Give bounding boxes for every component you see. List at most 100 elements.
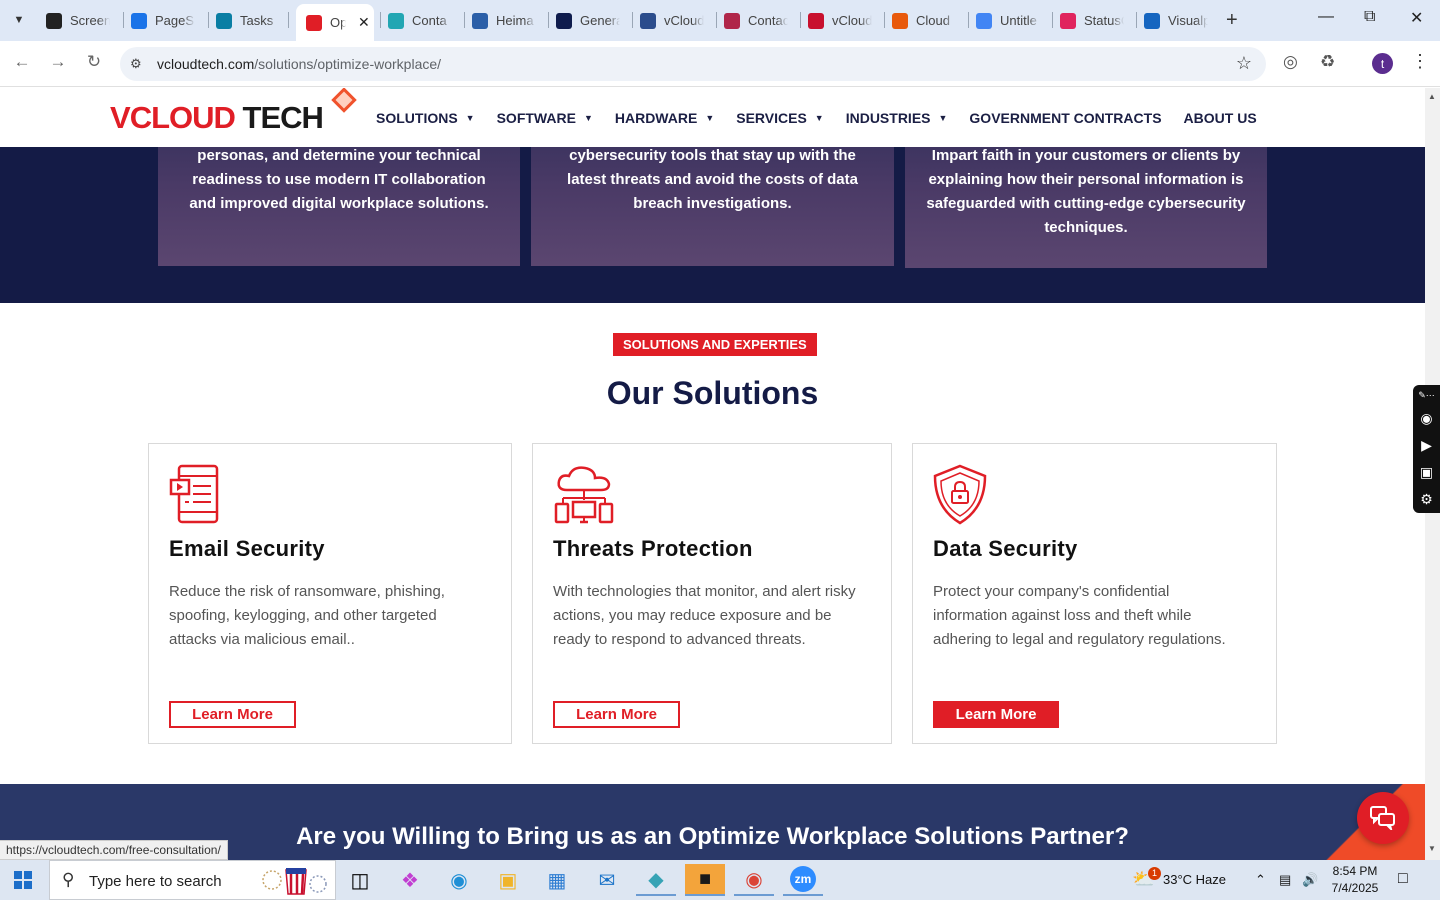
browser-tab[interactable]: Screen xyxy=(46,6,110,35)
mail-icon[interactable]: ✉ xyxy=(587,864,627,896)
new-tab-button[interactable]: + xyxy=(1226,9,1238,32)
recorder-toolbar: ✎⋯ ◉ ▶ ▣ ⚙ xyxy=(1413,385,1440,513)
weather-badge: 1 xyxy=(1148,867,1161,880)
microsoft-store-icon[interactable]: ▦ xyxy=(537,864,577,896)
clock-time: 8:54 PM xyxy=(1332,864,1378,878)
browser-tab[interactable]: vCloud xyxy=(808,6,872,35)
tab-separator xyxy=(548,12,549,28)
browser-tab[interactable]: Untitle xyxy=(976,6,1040,35)
bookmark-star-icon[interactable]: ☆ xyxy=(1236,53,1252,74)
cloud-network-icon xyxy=(554,466,614,524)
nav-industries[interactable]: INDUSTRIES ▼ xyxy=(846,110,948,126)
scroll-up-icon[interactable]: ▲ xyxy=(1428,92,1436,101)
chat-widget-button[interactable] xyxy=(1357,792,1409,844)
tab-separator xyxy=(632,12,633,28)
browser-tab[interactable]: Op ✕ xyxy=(296,4,374,41)
camera-icon[interactable]: ◉ xyxy=(1413,405,1440,432)
email-tablet-icon xyxy=(169,464,219,524)
vcloud-logo-icon xyxy=(306,14,322,31)
check-icon xyxy=(640,12,656,29)
browser-tab[interactable]: Heima xyxy=(472,6,536,35)
tab-label: Screen xyxy=(70,13,110,28)
edge-browser-icon[interactable]: ◉ xyxy=(439,864,479,896)
main-nav: SOLUTIONS ▼ SOFTWARE ▼ HARDWARE ▼ SERVICES ▼… xyxy=(376,110,1279,126)
close-window-button[interactable]: ✕ xyxy=(1410,8,1423,28)
browser-tab[interactable]: StatusC xyxy=(1060,6,1124,35)
chrome-icon[interactable]: ◉ xyxy=(734,864,774,896)
tab-separator xyxy=(884,12,885,28)
browser-tab[interactable]: Conta xyxy=(388,6,452,35)
url-host: vcloudtech.com xyxy=(157,56,255,72)
close-tab-icon[interactable]: ✕ xyxy=(358,14,370,31)
tab-label: Untitle xyxy=(1000,13,1037,28)
nav-government-contracts[interactable]: GOVERNMENT CONTRACTS xyxy=(969,110,1161,126)
nav-hardware[interactable]: HARDWARE ▼ xyxy=(615,110,714,126)
solution-card-email-security: Email Security Reduce the risk of ransom… xyxy=(148,443,512,744)
pagespeed-icon xyxy=(131,12,147,29)
translate-icon[interactable]: ◎ xyxy=(1283,52,1298,72)
profile-avatar[interactable]: t xyxy=(1372,53,1393,74)
extensions-icon[interactable]: ♻ xyxy=(1320,52,1335,72)
browser-tab[interactable]: vCloud xyxy=(640,6,704,35)
taskbar-search-box[interactable]: ⚲ Type here to search xyxy=(49,860,336,900)
feature-text: Impart faith in your customers or client… xyxy=(926,147,1246,236)
copilot-icon[interactable]: ❖ xyxy=(390,864,430,896)
minimize-button[interactable]: — xyxy=(1318,8,1334,26)
browser-menu-icon[interactable]: ⋮ xyxy=(1411,51,1429,72)
windows-start-icon[interactable] xyxy=(14,871,32,889)
learn-more-button[interactable]: Learn More xyxy=(933,701,1059,728)
pin-icon[interactable]: ✎⋯ xyxy=(1413,385,1440,405)
learn-more-button[interactable]: Learn More xyxy=(553,701,680,728)
shield-lock-icon xyxy=(933,464,987,525)
feature-text: cybersecurity tools that stay up with th… xyxy=(567,147,858,212)
site-info-icon[interactable]: ⚙ xyxy=(130,56,142,72)
nav-about-us[interactable]: ABOUT US xyxy=(1184,110,1257,126)
nav-solutions[interactable]: SOLUTIONS ▼ xyxy=(376,110,475,126)
browser-tab[interactable]: Cloud xyxy=(892,6,956,35)
reload-icon[interactable]: ↻ xyxy=(82,52,106,72)
settings-gear-icon[interactable]: ⚙ xyxy=(1413,486,1440,513)
forward-icon[interactable]: → xyxy=(46,52,70,72)
tab-label: vCloud xyxy=(832,13,872,28)
window-capture-icon[interactable]: ▣ xyxy=(1413,459,1440,486)
caret-down-icon: ▼ xyxy=(705,113,715,123)
search-icon: ⚲ xyxy=(62,870,75,889)
section-title: Our Solutions xyxy=(606,375,819,411)
file-explorer-icon[interactable]: ▣ xyxy=(488,864,528,896)
tab-label: vCloud xyxy=(664,13,704,28)
weather-text[interactable]: 33°C Haze xyxy=(1163,872,1226,887)
url-text[interactable]: vcloudtech.com/solutions/optimize-workpl… xyxy=(157,56,441,72)
task-view-icon[interactable]: ◫ xyxy=(340,864,380,896)
x-logo-icon xyxy=(556,12,572,29)
browser-tab-strip: ▼ Screen PageSp Tasks Op ✕ Conta Heima Genera vC… xyxy=(0,0,1440,41)
caret-down-icon: ▼ xyxy=(465,113,475,123)
volume-icon[interactable]: 🔊 xyxy=(1302,872,1318,888)
video-icon[interactable]: ▶ xyxy=(1413,432,1440,459)
address-bar[interactable]: ⚙ vcloudtech.com/solutions/optimize-work… xyxy=(120,47,1266,81)
notifications-icon[interactable]: □ xyxy=(1398,870,1408,888)
clock[interactable]: 8:54 PM 7/4/2025 xyxy=(1325,863,1385,897)
learn-more-button[interactable]: Learn More xyxy=(169,701,296,728)
vcloud-tech-logo[interactable]: VCLOUD TECH xyxy=(110,100,324,136)
tab-search-button[interactable]: ▼ xyxy=(6,7,32,33)
browser-tab[interactable]: PageSp xyxy=(131,6,195,35)
windows-taskbar: ⚲ Type here to search ◫ ❖ ◉ ▣ ▦ ✉ ◆ ■ ◉ … xyxy=(0,860,1440,900)
browser-tab[interactable]: Contac xyxy=(724,6,788,35)
app-diamond-icon[interactable]: ◆ xyxy=(636,864,676,896)
sticky-notes-icon[interactable]: ■ xyxy=(685,864,725,896)
maximize-button[interactable]: ⧉ xyxy=(1364,8,1375,26)
back-icon[interactable]: ← xyxy=(10,52,34,72)
solution-title: Threats Protection xyxy=(553,536,753,561)
browser-tab[interactable]: Genera xyxy=(556,6,620,35)
network-icon[interactable]: ▤ xyxy=(1279,872,1291,888)
tab-separator xyxy=(288,12,289,28)
chevron-up-icon[interactable]: ⌃ xyxy=(1255,872,1266,888)
nav-services[interactable]: SERVICES ▼ xyxy=(736,110,823,126)
browser-tab[interactable]: Visualp xyxy=(1144,6,1208,35)
browser-tab[interactable]: Tasks xyxy=(216,6,280,35)
nav-software[interactable]: SOFTWARE ▼ xyxy=(497,110,593,126)
zoom-icon[interactable]: zm xyxy=(783,864,823,896)
scroll-down-icon[interactable]: ▼ xyxy=(1428,844,1436,853)
tab-separator xyxy=(800,12,801,28)
solution-card-threats-protection: Threats Protection With technologies tha… xyxy=(532,443,892,744)
